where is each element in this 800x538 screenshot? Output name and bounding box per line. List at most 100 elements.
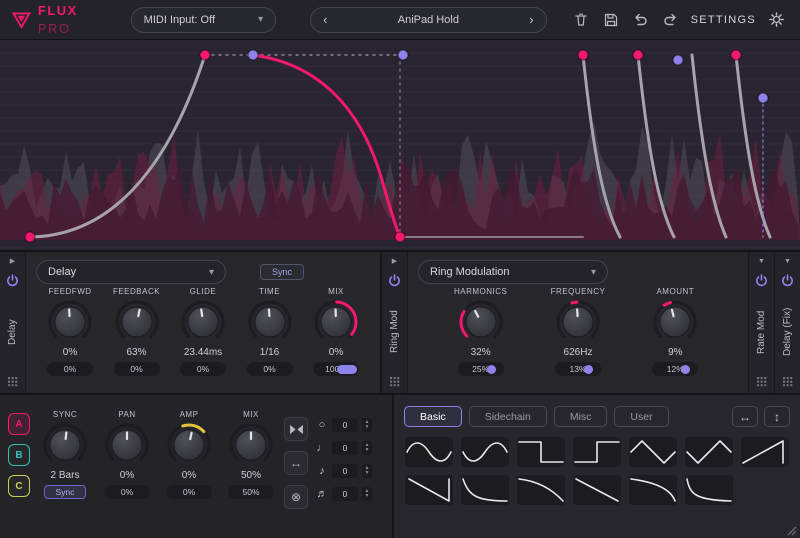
frequency-knob[interactable] bbox=[553, 297, 603, 347]
waveform-shape-curve-convex[interactable] bbox=[628, 474, 678, 506]
tab-misc[interactable]: Misc bbox=[554, 406, 608, 427]
resize-handle[interactable] bbox=[787, 526, 797, 536]
knob-label: FEEDFWD bbox=[48, 287, 91, 296]
delay-sync-toggle[interactable]: Sync bbox=[260, 264, 304, 280]
preset-name[interactable]: AniPad Hold bbox=[398, 14, 459, 26]
power-icon[interactable] bbox=[755, 274, 768, 287]
layer-button-c[interactable]: C bbox=[8, 475, 30, 497]
decrement-button[interactable]: ▼ bbox=[362, 494, 372, 499]
amount-knob[interactable] bbox=[650, 297, 700, 347]
decrement-button[interactable]: ▼ bbox=[362, 471, 372, 476]
stepper-value[interactable]: 0 bbox=[332, 418, 358, 432]
modulation-envelope-display[interactable] bbox=[0, 40, 800, 250]
envelope-node[interactable] bbox=[398, 50, 408, 60]
waveform-shape-exp-decay[interactable] bbox=[460, 474, 510, 506]
expand-icon[interactable]: ▶ bbox=[392, 257, 397, 267]
envelope-node[interactable] bbox=[578, 50, 588, 60]
cancel-button[interactable]: ⊗ bbox=[284, 485, 308, 509]
expand-icon[interactable]: ▶ bbox=[10, 257, 15, 267]
time-knob[interactable] bbox=[245, 297, 295, 347]
waveform-shape-exp-fall[interactable] bbox=[684, 474, 734, 506]
tab-basic[interactable]: Basic bbox=[404, 406, 462, 427]
envelope-node[interactable] bbox=[673, 55, 683, 65]
power-icon[interactable] bbox=[388, 274, 401, 287]
mix-knob[interactable] bbox=[311, 297, 361, 347]
waveform-shape-triangle-inv[interactable] bbox=[684, 436, 734, 468]
power-icon[interactable] bbox=[6, 274, 19, 287]
mod-amount-box[interactable]: 0% bbox=[104, 485, 150, 499]
settings-button[interactable]: SETTINGS bbox=[691, 8, 788, 32]
harmonics-knob[interactable] bbox=[456, 297, 506, 347]
swap-button[interactable]: ↔ bbox=[284, 451, 308, 475]
envelope-node[interactable] bbox=[758, 93, 768, 103]
drag-handle-icon[interactable] bbox=[8, 377, 18, 387]
sync-knob[interactable] bbox=[40, 420, 90, 470]
feedfwd-knob[interactable] bbox=[45, 297, 95, 347]
drag-handle-icon[interactable] bbox=[783, 377, 793, 387]
waveform-shape-square-inv[interactable] bbox=[572, 436, 622, 468]
amp-knob[interactable] bbox=[164, 420, 214, 470]
crossfade-button[interactable] bbox=[284, 417, 308, 441]
delete-preset-button[interactable] bbox=[569, 8, 593, 32]
drag-handle-icon[interactable] bbox=[390, 377, 400, 387]
midi-input-dropdown[interactable]: MIDI Input: Off ▾ bbox=[131, 7, 276, 33]
mod-amount-box[interactable]: 0% bbox=[166, 485, 212, 499]
waveform-shape-square[interactable] bbox=[516, 436, 566, 468]
envelope-node[interactable] bbox=[633, 50, 643, 60]
waveform-shape-curve-down[interactable] bbox=[516, 474, 566, 506]
glide-knob[interactable] bbox=[178, 297, 228, 347]
envelope-node[interactable] bbox=[200, 50, 210, 60]
tab-sidechain[interactable]: Sidechain bbox=[469, 406, 547, 427]
waveform-shape-sine-inv[interactable] bbox=[460, 436, 510, 468]
sync-toggle[interactable]: Sync bbox=[44, 485, 86, 499]
decrement-button[interactable]: ▼ bbox=[362, 425, 372, 430]
layer-button-b[interactable]: B bbox=[8, 444, 30, 466]
undo-button[interactable] bbox=[629, 8, 653, 32]
mod-slider[interactable] bbox=[584, 365, 593, 374]
mod-slider[interactable] bbox=[337, 365, 357, 374]
waveform-shape-sine[interactable] bbox=[404, 436, 454, 468]
mod-amount-box[interactable]: 12% bbox=[652, 362, 698, 376]
mod-amount-box[interactable]: 25% bbox=[458, 362, 504, 376]
power-icon[interactable] bbox=[781, 274, 794, 287]
mod-amount-box[interactable]: 0% bbox=[180, 362, 226, 376]
waveform-shape-triangle[interactable] bbox=[628, 436, 678, 468]
envelope-node[interactable] bbox=[731, 50, 741, 60]
redo-button[interactable] bbox=[659, 8, 683, 32]
waveform-shape-line-down[interactable] bbox=[572, 474, 622, 506]
collapse-icon[interactable]: ▼ bbox=[784, 257, 791, 267]
pan-knob[interactable] bbox=[102, 420, 152, 470]
envelope-node[interactable] bbox=[25, 232, 35, 242]
mix-knob[interactable] bbox=[226, 420, 276, 470]
effect-select-dropdown[interactable]: Delay ▾ bbox=[36, 260, 226, 284]
drag-handle-icon[interactable] bbox=[757, 377, 767, 387]
tab-user[interactable]: User bbox=[614, 406, 668, 427]
stepper-value[interactable]: 0 bbox=[332, 487, 358, 501]
next-preset-button[interactable]: › bbox=[529, 13, 533, 26]
prev-preset-button[interactable]: ‹ bbox=[323, 13, 327, 26]
layer-button-a[interactable]: A bbox=[8, 413, 30, 435]
mod-amount-box[interactable]: 13% bbox=[555, 362, 601, 376]
collapsed-rack-rate-mod: ▼ Rate Mod bbox=[748, 252, 774, 393]
feedback-knob[interactable] bbox=[112, 297, 162, 347]
flip-vertical-button[interactable]: ↕ bbox=[764, 406, 790, 427]
stepper-value[interactable]: 0 bbox=[332, 464, 358, 478]
mod-amount-box[interactable]: 100% bbox=[313, 362, 359, 376]
envelope-node[interactable] bbox=[395, 232, 405, 242]
waveform-shape-saw-up[interactable] bbox=[740, 436, 790, 468]
save-preset-button[interactable] bbox=[599, 8, 623, 32]
envelope-node[interactable] bbox=[248, 50, 258, 60]
flip-horizontal-button[interactable]: ↔ bbox=[732, 406, 758, 427]
mod-amount-box[interactable]: 50% bbox=[228, 485, 274, 499]
bottom-section: ABC SYNC2 BarsSyncPAN0%0%AMP0%0%MIX50%50… bbox=[0, 395, 800, 538]
waveform-shape-saw-down[interactable] bbox=[404, 474, 454, 506]
mod-slider[interactable] bbox=[487, 365, 496, 374]
mod-amount-box[interactable]: 0% bbox=[114, 362, 160, 376]
mod-slider[interactable] bbox=[681, 365, 690, 374]
decrement-button[interactable]: ▼ bbox=[362, 448, 372, 453]
mod-amount-box[interactable]: 0% bbox=[247, 362, 293, 376]
effect-select-dropdown[interactable]: Ring Modulation ▾ bbox=[418, 260, 608, 284]
collapse-icon[interactable]: ▼ bbox=[758, 257, 765, 267]
stepper-value[interactable]: 0 bbox=[332, 441, 358, 455]
mod-amount-box[interactable]: 0% bbox=[47, 362, 93, 376]
